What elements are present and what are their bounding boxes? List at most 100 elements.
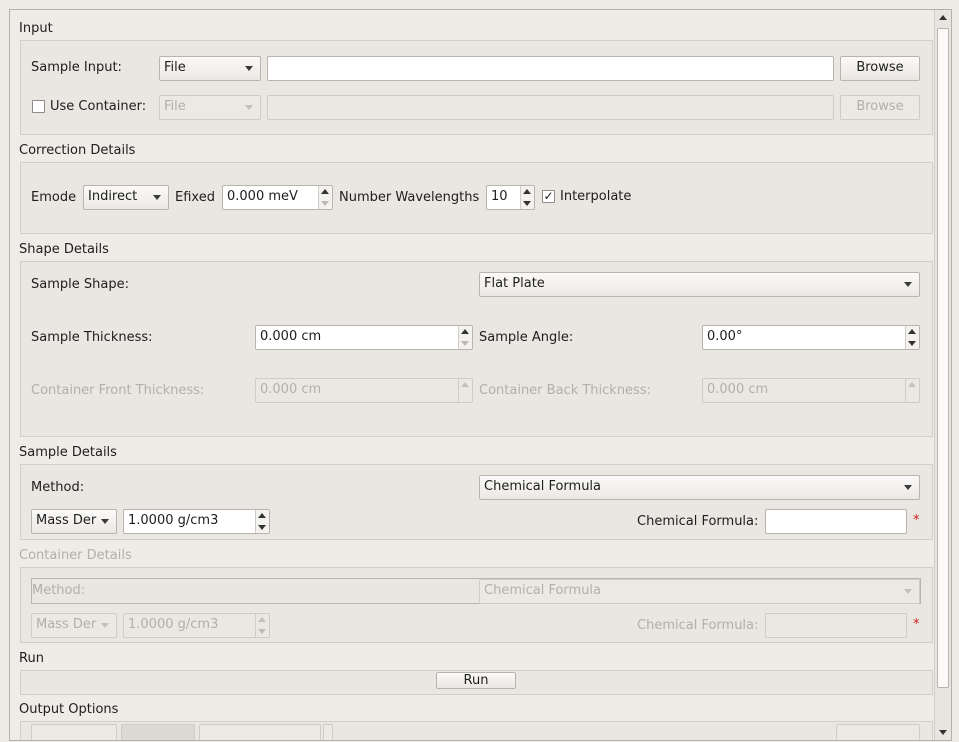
container-input-type-dropdown[interactable]: File — [159, 95, 261, 120]
container-chemical-formula-input[interactable] — [765, 613, 907, 638]
sample-method-value: Chemical Formula — [484, 479, 602, 494]
container-density-type-dropdown[interactable]: Mass Der — [31, 613, 117, 638]
sample-input-label: Sample Input: — [31, 60, 122, 75]
chevron-down-icon — [245, 105, 253, 110]
arrow-down-icon — [258, 525, 266, 530]
output-option-control-2[interactable] — [121, 724, 195, 740]
container-front-thickness-label: Container Front Thickness: — [31, 383, 205, 398]
scrollbar-thumb[interactable] — [937, 28, 949, 688]
sample-input-type-dropdown[interactable]: File — [159, 56, 261, 81]
sample-chemical-formula-input[interactable] — [765, 509, 907, 534]
container-method-value: Chemical Formula — [484, 583, 602, 598]
output-option-control-5[interactable] — [836, 724, 920, 740]
sample-details-section-title: Sample Details — [19, 445, 117, 460]
efixed-label: Efixed — [175, 190, 215, 205]
container-back-thickness-value: 0.000 cm — [707, 382, 769, 397]
container-back-thickness-stepper[interactable] — [905, 379, 919, 402]
number-wavelengths-value: 10 — [491, 189, 508, 204]
efixed-stepper[interactable] — [318, 186, 332, 209]
arrow-down-icon — [321, 201, 329, 206]
container-back-thickness-label: Container Back Thickness: — [479, 383, 651, 398]
sample-angle-value: 0.00° — [707, 329, 743, 344]
container-browse-button[interactable]: Browse — [840, 95, 920, 120]
input-section-title: Input — [19, 21, 53, 36]
interpolate-label: Interpolate — [560, 189, 632, 204]
emode-dropdown[interactable]: Indirect — [83, 185, 169, 210]
sample-thickness-spinbox[interactable]: 0.000 cm — [255, 325, 473, 350]
use-container-checkbox[interactable] — [32, 100, 45, 113]
sample-thickness-value: 0.000 cm — [260, 329, 322, 344]
arrow-down-icon — [258, 629, 266, 634]
chevron-down-icon — [153, 195, 161, 200]
container-density-value: 1.0000 g/cm3 — [128, 617, 219, 632]
corrections-panel: Input Sample Input: File Browse Use Cont… — [9, 9, 952, 741]
sample-shape-label: Sample Shape: — [31, 277, 129, 292]
input-group — [20, 40, 933, 135]
sample-chemical-formula-label: Chemical Formula: — [637, 514, 759, 529]
sample-density-type-dropdown[interactable]: Mass Der — [31, 509, 117, 534]
sample-thickness-stepper[interactable] — [458, 326, 472, 349]
arrow-down-icon — [908, 341, 916, 346]
chevron-down-icon — [904, 485, 912, 490]
scroll-down-button[interactable] — [935, 724, 951, 740]
sample-density-type-value: Mass Der — [36, 513, 97, 528]
use-container-label: Use Container: — [50, 99, 147, 114]
emode-label: Emode — [31, 190, 77, 205]
container-method-dropdown[interactable]: Chemical Formula — [479, 579, 920, 604]
container-method-label: Method: — [32, 583, 86, 598]
arrow-down-icon — [939, 730, 947, 735]
number-wavelengths-spinbox[interactable]: 10 — [486, 185, 535, 210]
output-section-title: Output Options — [19, 702, 119, 717]
arrow-up-icon — [258, 617, 266, 622]
arrow-up-icon — [321, 189, 329, 194]
number-wavelengths-label: Number Wavelengths — [339, 190, 480, 205]
container-back-thickness-spinbox[interactable]: 0.000 cm — [702, 378, 920, 403]
sample-angle-spinbox[interactable]: 0.00° — [702, 325, 920, 350]
output-option-control-1[interactable] — [31, 724, 117, 740]
run-button[interactable]: Run — [436, 672, 516, 689]
efixed-value: 0.000 meV — [227, 189, 298, 204]
container-front-thickness-spinbox[interactable]: 0.000 cm — [255, 378, 473, 403]
sample-thickness-label: Sample Thickness: — [31, 330, 153, 345]
chevron-down-icon — [101, 623, 109, 628]
chevron-down-icon — [904, 589, 912, 594]
required-asterisk: * — [913, 513, 920, 528]
chevron-down-icon — [904, 282, 912, 287]
vertical-scrollbar[interactable] — [934, 10, 951, 740]
container-density-spinbox[interactable]: 1.0000 g/cm3 — [123, 613, 270, 638]
sample-shape-value: Flat Plate — [484, 276, 545, 291]
output-option-control-3[interactable] — [199, 724, 321, 740]
sample-density-stepper[interactable] — [255, 510, 269, 533]
sample-method-label: Method: — [31, 480, 85, 495]
number-wavelengths-stepper[interactable] — [520, 186, 534, 209]
container-front-thickness-stepper[interactable] — [458, 379, 472, 402]
sample-input-file-field[interactable] — [267, 56, 834, 81]
scroll-up-button[interactable] — [935, 10, 951, 26]
sample-shape-dropdown[interactable]: Flat Plate — [479, 272, 920, 297]
container-density-stepper[interactable] — [255, 614, 269, 637]
run-section-title: Run — [19, 651, 44, 666]
container-front-thickness-value: 0.000 cm — [260, 382, 322, 397]
arrow-up-icon — [939, 15, 947, 20]
sample-density-spinbox[interactable]: 1.0000 g/cm3 — [123, 509, 270, 534]
sample-angle-label: Sample Angle: — [479, 330, 574, 345]
chevron-down-icon — [245, 66, 253, 71]
interpolate-checkbox[interactable]: ✓ — [542, 190, 555, 203]
container-input-file-field[interactable] — [267, 95, 834, 120]
chevron-down-icon — [101, 519, 109, 524]
required-asterisk: * — [913, 617, 920, 632]
sample-method-dropdown[interactable]: Chemical Formula — [479, 475, 920, 500]
output-option-control-4[interactable] — [323, 724, 333, 740]
sample-browse-button[interactable]: Browse — [840, 56, 920, 81]
arrow-up-icon — [461, 329, 469, 334]
container-density-type-value: Mass Der — [36, 617, 97, 632]
arrow-up-icon — [258, 513, 266, 518]
sample-angle-stepper[interactable] — [905, 326, 919, 349]
arrow-up-icon — [908, 329, 916, 334]
efixed-spinbox[interactable]: 0.000 meV — [222, 185, 333, 210]
arrow-down-icon — [461, 341, 469, 346]
sample-density-value: 1.0000 g/cm3 — [128, 513, 219, 528]
container-chemical-formula-label: Chemical Formula: — [637, 618, 759, 633]
arrow-up-icon — [908, 382, 916, 387]
arrow-up-icon — [461, 382, 469, 387]
